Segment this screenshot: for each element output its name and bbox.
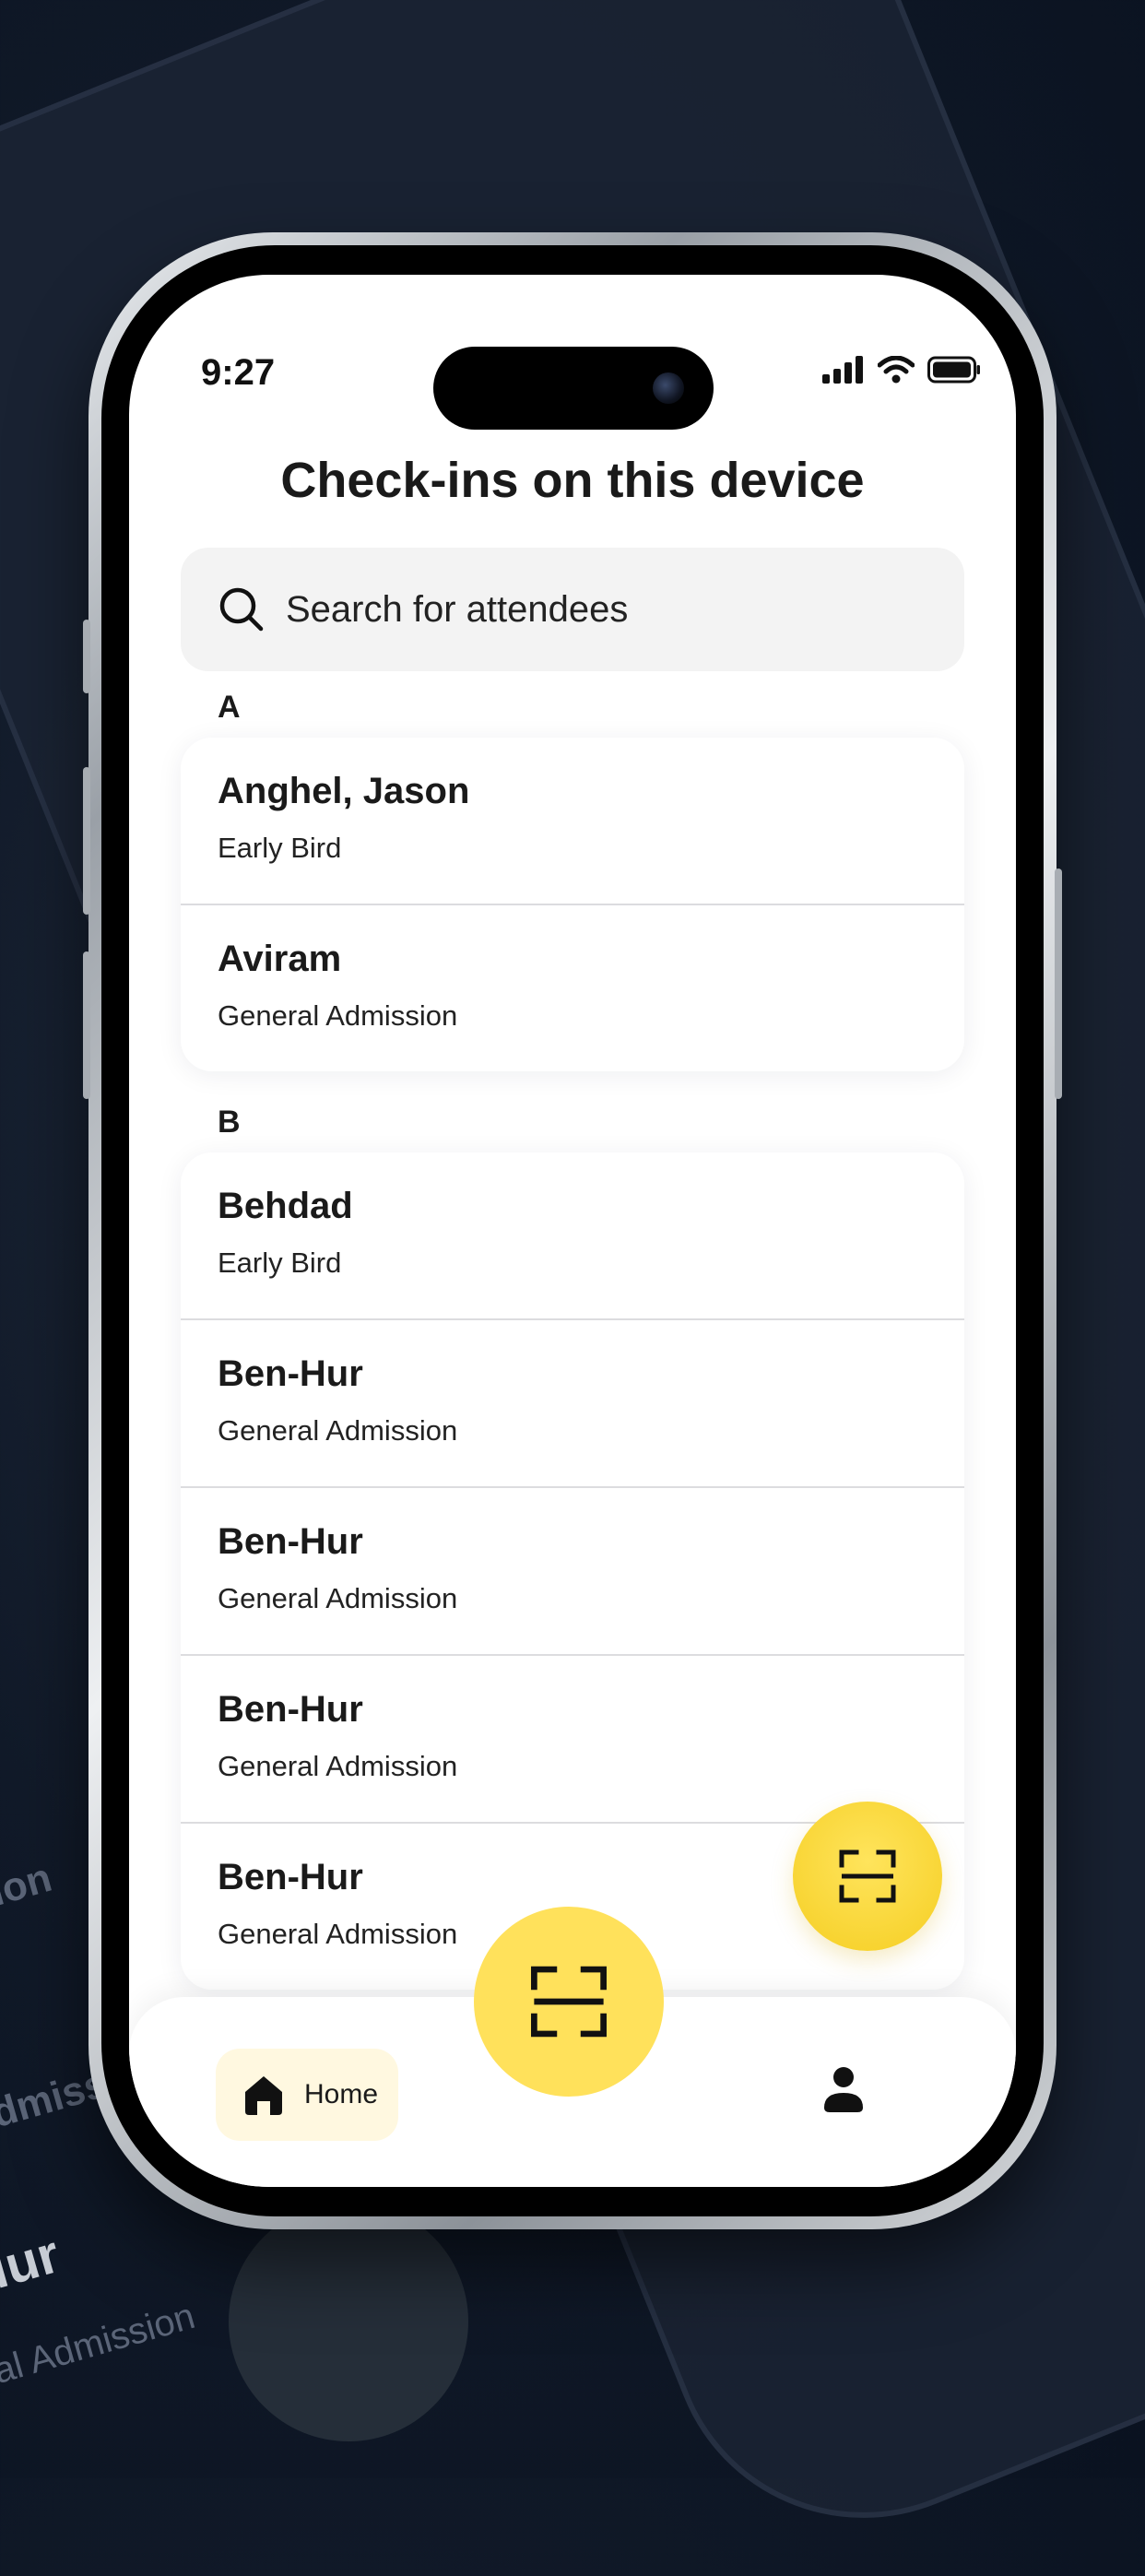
- attendee-name: Ben-Hur: [218, 1857, 363, 1897]
- attendee-name: Ben-Hur: [218, 1689, 363, 1730]
- page-title: Check-ins on this device: [280, 453, 865, 508]
- side-button: [83, 620, 90, 693]
- battery-icon: [927, 356, 980, 384]
- attendee-ticket: General Admission: [218, 1414, 458, 1447]
- attendee-ticket: General Admission: [218, 1918, 458, 1950]
- section-header-b: B: [218, 1105, 241, 1140]
- wifi-icon: [878, 356, 915, 384]
- side-button: [83, 951, 90, 1099]
- background-ghost-text: lur: [0, 2224, 66, 2300]
- attendee-name: Behdad: [218, 1186, 353, 1226]
- attendee-row[interactable]: Ben-Hur General Admission: [181, 1656, 964, 1824]
- search-bar[interactable]: [181, 548, 964, 671]
- scan-icon: [531, 1966, 607, 2038]
- attendee-ticket: Early Bird: [218, 832, 342, 864]
- attendee-ticket: Early Bird: [218, 1247, 342, 1279]
- search-icon: [219, 587, 264, 632]
- home-icon: [245, 2076, 282, 2115]
- attendee-row[interactable]: Ben-Hur General Admission: [181, 1488, 964, 1656]
- attendee-ticket: General Admission: [218, 999, 458, 1032]
- app-screen: 9:27 Check-ins on this device Search for…: [129, 275, 1016, 2187]
- dynamic-island: [433, 347, 714, 430]
- attendee-row[interactable]: Anghel, Jason Early Bird: [181, 738, 964, 905]
- background-ghost-text: ion: [0, 1854, 57, 1916]
- attendee-list-a: Anghel, Jason Early Bird Aviram General …: [181, 738, 964, 1071]
- status-time: 9:27: [201, 352, 276, 393]
- background-scan-circle: [229, 2202, 468, 2441]
- side-button: [83, 767, 90, 915]
- profile-icon[interactable]: [822, 2065, 865, 2113]
- attendee-row[interactable]: Behdad Early Bird: [181, 1152, 964, 1320]
- tab-home[interactable]: Home: [216, 2049, 398, 2141]
- phone-frame: 9:27 Check-ins on this device Search for…: [83, 232, 1062, 2229]
- scan-button[interactable]: [474, 1907, 664, 2097]
- side-button: [1055, 869, 1062, 1099]
- section-header-a: A: [218, 690, 241, 725]
- attendee-row[interactable]: Ben-Hur General Admission: [181, 1320, 964, 1488]
- attendee-ticket: General Admission: [218, 1582, 458, 1614]
- scan-icon: [839, 1849, 896, 1903]
- attendee-name: Anghel, Jason: [218, 771, 470, 811]
- attendee-ticket: General Admission: [218, 1750, 458, 1782]
- attendee-name: Aviram: [218, 939, 342, 979]
- attendee-name: Ben-Hur: [218, 1353, 363, 1394]
- background-ghost-text: al Admission: [0, 2295, 200, 2393]
- tab-home-label: Home: [304, 2079, 379, 2109]
- camera-icon: [653, 372, 684, 404]
- search-input[interactable]: [284, 587, 887, 632]
- status-icons: [822, 356, 981, 384]
- floating-scan-button[interactable]: [793, 1802, 942, 1951]
- signal-icon: [822, 356, 863, 384]
- attendee-name: Ben-Hur: [218, 1521, 363, 1562]
- attendee-row[interactable]: Aviram General Admission: [181, 905, 964, 1071]
